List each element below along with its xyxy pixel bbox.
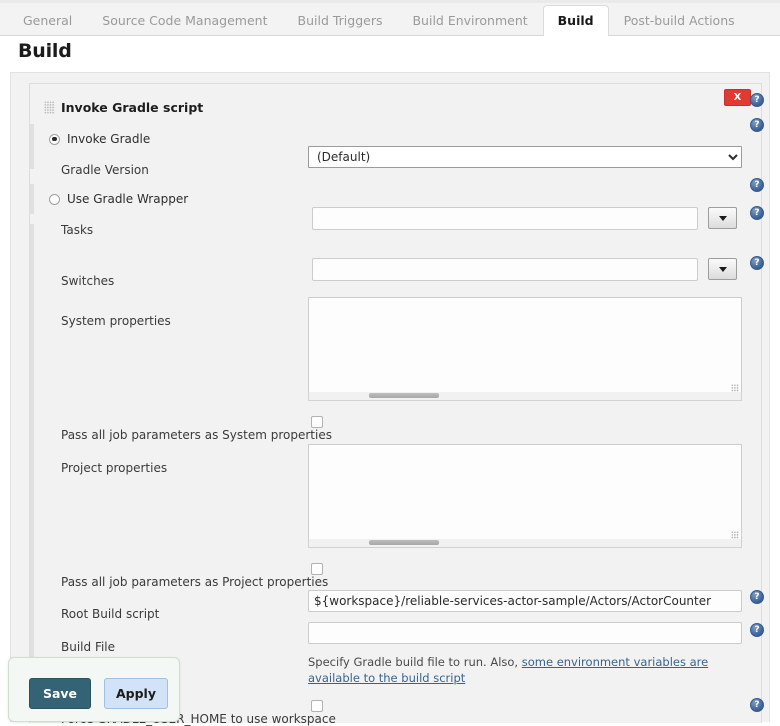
pass-job-params-project-label: Pass all job parameters as Project prope… [61,575,328,589]
tab-build-triggers[interactable]: Build Triggers [283,5,398,35]
project-properties-hscrollbar-thumb[interactable] [369,540,438,545]
system-properties-hscrollbar-thumb[interactable] [369,393,438,398]
radio-use-gradle-wrapper-label: Use Gradle Wrapper [67,192,188,206]
pass-job-params-system-label: Pass all job parameters as System proper… [61,428,332,442]
delete-build-step-button[interactable]: X [724,89,751,106]
project-properties-textarea-wrap [308,444,742,548]
project-properties-label: Project properties [61,461,167,475]
indent-bar-use-wrapper [30,184,34,214]
tab-build[interactable]: Build [543,5,609,36]
pass-job-params-system-checkbox[interactable] [311,416,323,428]
build-file-label: Build File [61,640,115,654]
help-icon-invoke-gradle[interactable]: ? [750,93,764,107]
system-properties-textarea[interactable] [308,297,742,401]
gradle-version-label: Gradle Version [61,163,149,177]
builder-title: Invoke Gradle script [61,100,203,115]
help-icon-root-build-script[interactable]: ? [750,590,764,604]
tab-post-build-actions[interactable]: Post-build Actions [609,5,750,35]
tab-source-code-management[interactable]: Source Code Management [87,5,282,35]
force-gradle-user-home-checkbox[interactable] [311,700,323,712]
system-properties-textarea-wrap [308,297,742,401]
tab-build-environment[interactable]: Build Environment [397,5,542,35]
help-icon-tasks[interactable]: ? [750,206,764,220]
indent-bar-invoke-gradle [30,124,34,169]
project-properties-hscrollbar[interactable] [308,539,742,548]
root-build-script-input[interactable] [308,590,742,612]
radio-invoke-gradle-label: Invoke Gradle [67,132,150,146]
help-icon-build-file[interactable]: ? [750,623,764,637]
system-properties-label: System properties [61,314,171,328]
tasks-input[interactable] [312,207,698,230]
build-file-help-prefix: Specify Gradle build file to run. Also, [308,655,522,669]
gradle-version-select[interactable]: (Default) [308,146,742,168]
help-icon-gradle-version[interactable]: ? [750,118,764,132]
radio-use-gradle-wrapper[interactable] [49,194,60,205]
apply-button[interactable]: Apply [104,678,168,709]
build-file-input[interactable] [308,622,742,644]
save-button[interactable]: Save [29,678,91,709]
system-properties-hscrollbar[interactable] [308,392,742,401]
build-file-help-text: Specify Gradle build file to run. Also, … [308,654,748,686]
drag-handle-icon[interactable] [44,101,55,114]
root-build-script-label: Root Build script [61,607,159,621]
radio-row-use-gradle-wrapper[interactable]: Use Gradle Wrapper [49,192,188,206]
help-icon-use-gradle-wrapper[interactable]: ? [750,178,764,192]
config-tab-bar: General Source Code Management Build Tri… [0,0,780,36]
floating-save-bar: Save Apply [8,657,180,722]
help-icon-force-gradle-user-home[interactable]: ? [750,698,764,712]
switches-input[interactable] [312,258,698,281]
tasks-label: Tasks [61,223,93,237]
tab-general[interactable]: General [8,5,87,35]
indent-bar-section [30,224,34,714]
help-icon-switches[interactable]: ? [750,256,764,270]
radio-row-invoke-gradle[interactable]: Invoke Gradle [49,132,150,146]
page-title: Build [18,40,72,62]
project-properties-textarea[interactable] [308,444,742,548]
switches-label: Switches [61,274,114,288]
pass-job-params-project-checkbox[interactable] [311,563,323,575]
tasks-dropdown-button[interactable] [708,207,737,229]
radio-invoke-gradle[interactable] [49,134,60,145]
switches-dropdown-button[interactable] [708,258,737,280]
